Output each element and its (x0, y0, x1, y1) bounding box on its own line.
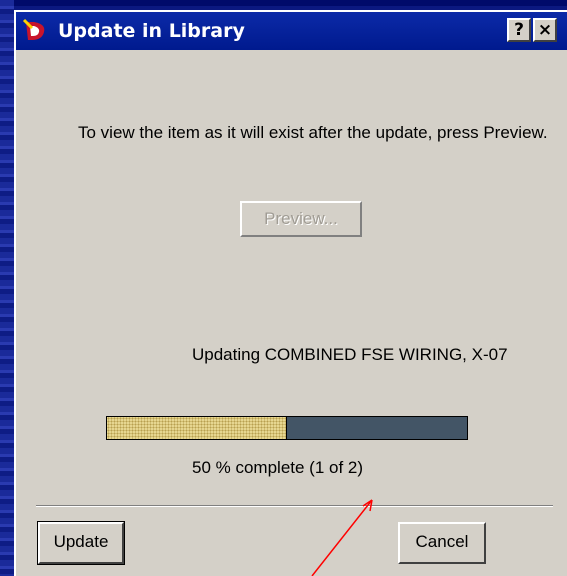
app-logo-icon (22, 18, 45, 40)
update-button[interactable]: Update (37, 521, 125, 565)
updating-status-text: Updating COMBINED FSE WIRING, X-07 (192, 345, 508, 364)
progress-bar (106, 416, 468, 440)
background-window-edge (0, 0, 567, 6)
progress-text: 50 % complete (1 of 2) (192, 458, 364, 477)
instruction-text: To view the item as it will exist after … (78, 123, 548, 142)
update-in-library-dialog: Update in Library ? × To view the item a… (14, 10, 567, 576)
separator-line (36, 505, 553, 507)
preview-button[interactable]: Preview... (240, 201, 362, 237)
close-button[interactable]: × (533, 18, 557, 42)
dialog-title: Update in Library (58, 20, 245, 42)
progress-bar-fill (107, 417, 287, 439)
help-button[interactable]: ? (507, 18, 531, 42)
cancel-button[interactable]: Cancel (398, 522, 486, 564)
background-window-strip (0, 0, 14, 576)
title-bar[interactable]: Update in Library ? × (16, 12, 567, 50)
